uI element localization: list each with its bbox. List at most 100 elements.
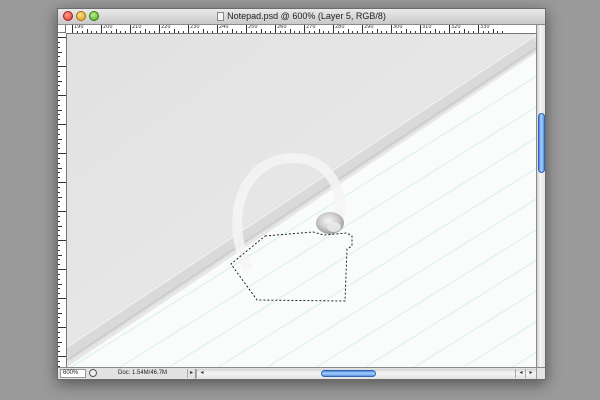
ruler-major-tick (58, 182, 66, 183)
ruler-minor-tick (58, 41, 60, 43)
vertical-ruler[interactable] (58, 33, 67, 367)
ruler-minor-tick (58, 191, 60, 193)
scroll-left-icon[interactable]: ◂ (196, 369, 207, 378)
ruler-minor-tick (226, 31, 228, 33)
ruler-minor-tick (299, 31, 301, 33)
ruler-minor-tick (58, 157, 60, 159)
ruler-minor-tick (58, 283, 62, 285)
ruler-minor-tick (58, 331, 60, 333)
ruler-major-tick (58, 269, 66, 270)
ruler-minor-tick (154, 31, 156, 33)
ruler-major-tick (58, 37, 66, 38)
ruler-minor-tick (482, 31, 484, 33)
ruler-minor-tick (463, 29, 465, 33)
ruler-minor-tick (58, 317, 60, 319)
vertical-scroll-thumb[interactable] (538, 113, 545, 173)
ruler-minor-tick (337, 31, 339, 33)
ruler-minor-tick (58, 307, 60, 309)
ruler-major-tick (58, 298, 66, 299)
ruler-major-tick (101, 25, 102, 33)
ruler-minor-tick (139, 31, 141, 33)
ruler-minor-tick (58, 85, 60, 87)
ruler-minor-tick (58, 201, 60, 203)
ruler-minor-tick (434, 29, 436, 33)
ruler-minor-tick (492, 29, 494, 33)
ruler-minor-tick (125, 31, 127, 33)
ruler-minor-tick (270, 31, 272, 33)
ruler-minor-tick (58, 220, 60, 222)
ruler-minor-tick (294, 31, 296, 33)
ruler-minor-tick (58, 46, 60, 48)
ruler-minor-tick (58, 215, 60, 217)
ruler-minor-tick (58, 177, 60, 179)
horizontal-scroll-thumb[interactable] (321, 370, 376, 377)
ruler-minor-tick (58, 99, 60, 101)
ruler-minor-tick (58, 264, 60, 266)
ruler-minor-tick (58, 225, 62, 227)
ruler-minor-tick (173, 29, 175, 33)
horizontal-ruler[interactable]: 190 200 210 220 230 240 250 260 270 280 290 300 310 3… (66, 25, 536, 34)
navigator-icon[interactable] (89, 369, 97, 377)
ruler-minor-tick (255, 31, 257, 33)
ruler-minor-tick (58, 148, 60, 150)
horizontal-scrollbar[interactable]: ◂ ◂ ▸ (195, 369, 536, 379)
ruler-minor-tick (58, 186, 60, 188)
document-canvas[interactable] (67, 34, 536, 367)
ruler-minor-tick (468, 31, 470, 33)
title-bar[interactable]: Notepad.psd @ 600% (Layer 5, RGB/8) (58, 9, 545, 25)
ruler-origin[interactable] (58, 25, 66, 33)
ruler-minor-tick (58, 341, 62, 343)
ruler-minor-tick (58, 346, 60, 348)
ruler-minor-tick (58, 322, 60, 324)
ruler-major-tick (420, 25, 421, 33)
ruler-minor-tick (497, 31, 499, 33)
ruler-minor-tick (58, 114, 60, 116)
ruler-minor-tick (347, 29, 349, 33)
ruler-major-tick (72, 25, 73, 33)
zoom-field[interactable]: 600% (60, 369, 86, 378)
ruler-minor-tick (58, 259, 60, 261)
ruler-major-tick (58, 95, 66, 96)
ruler-minor-tick (58, 104, 60, 106)
ruler-minor-tick (192, 31, 194, 33)
ruler-minor-tick (58, 61, 60, 63)
ruler-minor-tick (58, 80, 62, 82)
ruler-minor-tick (149, 31, 151, 33)
ruler-minor-tick (429, 31, 431, 33)
ruler-major-tick (58, 153, 66, 154)
ruler-minor-tick (58, 119, 60, 121)
ruler-minor-tick (265, 31, 267, 33)
ruler-minor-tick (134, 31, 136, 33)
ruler-minor-tick (91, 31, 93, 33)
status-menu-arrow-icon[interactable]: ▸ (187, 369, 195, 378)
ruler-minor-tick (58, 70, 60, 72)
vertical-scrollbar[interactable] (536, 25, 545, 367)
ruler-major-tick (217, 25, 218, 33)
ruler-minor-tick (120, 31, 122, 33)
ruler-minor-tick (58, 336, 60, 338)
ruler-major-tick (449, 25, 450, 33)
ruler-minor-tick (58, 288, 60, 290)
ruler-major-tick (58, 211, 66, 212)
ruler-minor-tick (221, 31, 223, 33)
ruler-minor-tick (381, 31, 383, 33)
ruler-minor-tick (308, 31, 310, 33)
ruler-minor-tick (453, 31, 455, 33)
ruler-major-tick (130, 25, 131, 33)
ruler-minor-tick (58, 56, 60, 58)
resize-grip-icon[interactable] (536, 368, 545, 379)
ruler-minor-tick (168, 31, 170, 33)
ruler-major-tick (188, 25, 189, 33)
ruler-minor-tick (241, 31, 243, 33)
ruler-minor-tick (313, 31, 315, 33)
ruler-minor-tick (115, 29, 117, 33)
ruler-minor-tick (58, 109, 62, 111)
ruler-major-tick (275, 25, 276, 33)
ruler-minor-tick (58, 172, 60, 174)
ruler-minor-tick (58, 278, 60, 280)
ruler-minor-tick (144, 29, 146, 33)
ruler-minor-tick (76, 31, 78, 33)
scroll-right-icon[interactable]: ▸ (525, 369, 536, 378)
ruler-minor-tick (444, 31, 446, 33)
status-bar: 600% Doc: 1.54M/46.7M ▸ ◂ ◂ ▸ (58, 367, 545, 379)
